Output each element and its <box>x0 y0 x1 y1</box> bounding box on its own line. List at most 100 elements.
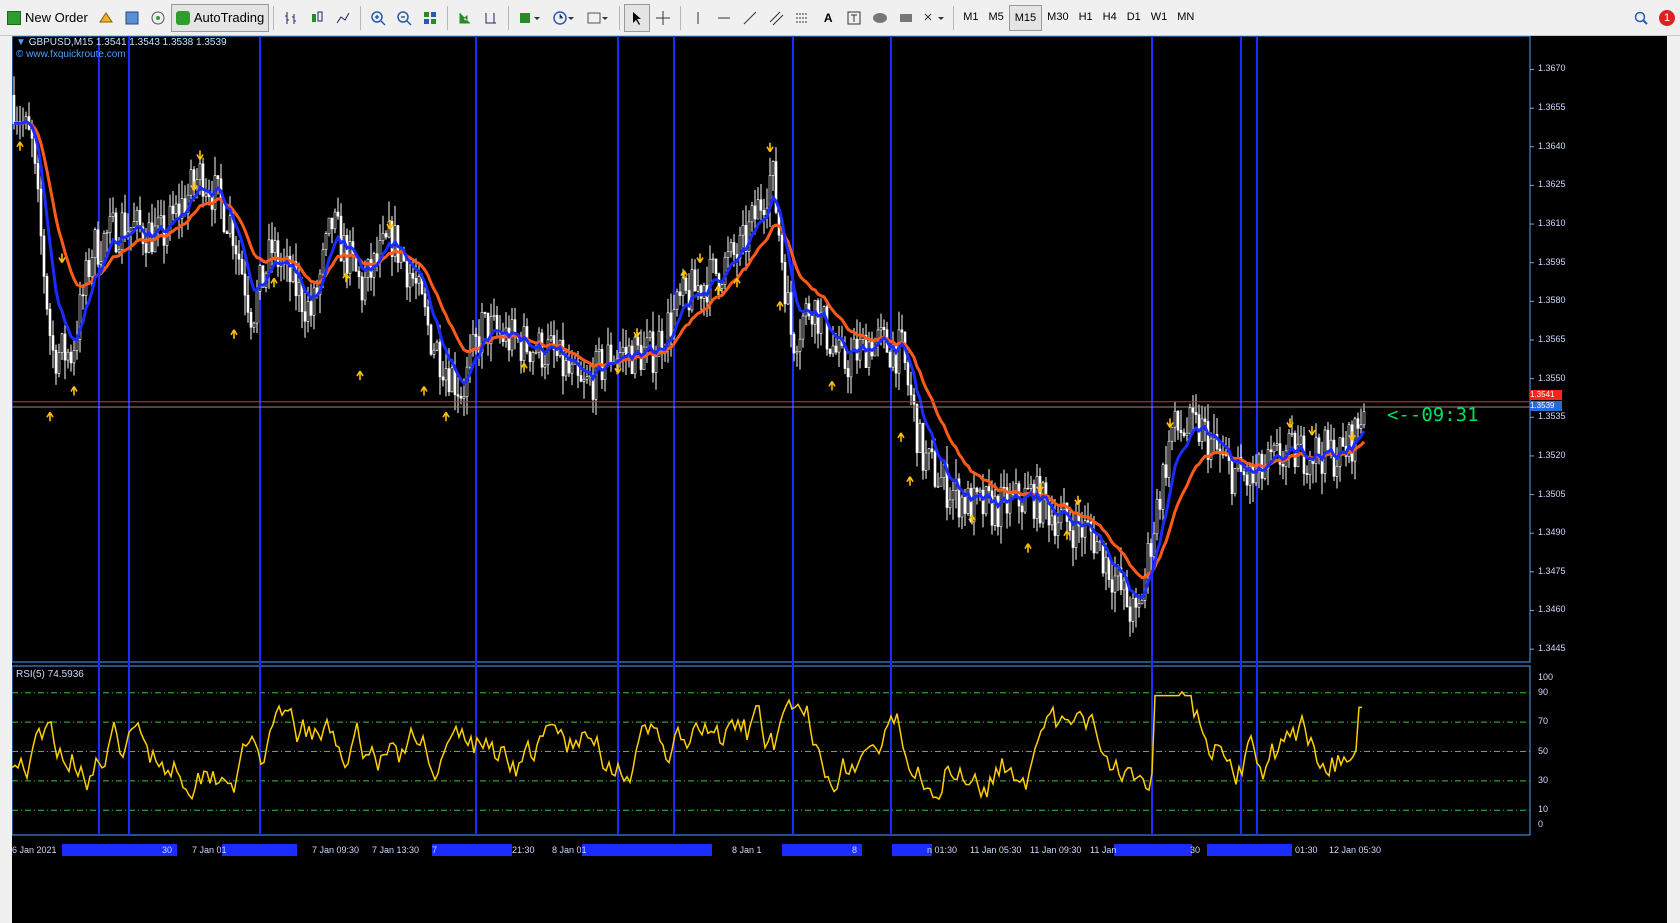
timeframe-m5[interactable]: M5 <box>983 5 1008 29</box>
right-scrollbar[interactable] <box>1667 36 1680 923</box>
timeframe-m30[interactable]: M30 <box>1042 5 1073 29</box>
horizontal-line-icon[interactable] <box>711 4 737 32</box>
candle-body <box>753 205 757 220</box>
candle-body <box>1194 412 1198 416</box>
search-icon[interactable] <box>1628 4 1654 32</box>
tile-windows-icon[interactable] <box>417 4 443 32</box>
timeframe-h4[interactable]: H4 <box>1098 5 1122 29</box>
notifications-icon[interactable]: 1 <box>1654 4 1680 32</box>
text-label-icon[interactable] <box>841 4 867 32</box>
candle-body <box>999 486 1003 528</box>
candle-body <box>252 322 256 328</box>
equidistant-channel-icon[interactable] <box>763 4 789 32</box>
bar-countdown-label: <--09:31 <box>1387 404 1479 426</box>
candle-body <box>810 315 814 325</box>
candle-body <box>54 349 58 374</box>
templates-icon[interactable] <box>581 4 615 32</box>
time-axis-vline-label <box>1114 844 1192 856</box>
candle-body <box>579 375 583 382</box>
candle-body <box>234 245 238 255</box>
candle-body <box>429 324 433 355</box>
fast-moving-average-line <box>13 119 1366 600</box>
candle-body <box>948 499 952 508</box>
buy-signal-arrow <box>897 432 905 442</box>
candlestick-chart-icon[interactable] <box>304 4 330 32</box>
chart-shift-icon[interactable] <box>478 4 504 32</box>
vertical-line-icon[interactable] <box>685 4 711 32</box>
candle-body <box>1191 407 1195 413</box>
candle-body <box>849 351 853 378</box>
timeframe-h1[interactable]: H1 <box>1074 5 1098 29</box>
candle-body <box>81 294 85 297</box>
autotrading-button[interactable]: AutoTrading <box>170 3 270 32</box>
candle-body <box>72 350 76 364</box>
candle-body <box>159 215 163 219</box>
zoom-in-icon[interactable] <box>365 4 391 32</box>
rsi-tick-label: 30 <box>1538 774 1549 785</box>
time-tick-label: 21:30 <box>512 845 535 855</box>
candle-body <box>1026 487 1030 490</box>
timeframe-w1[interactable]: W1 <box>1146 5 1173 29</box>
candle-body <box>1326 429 1330 451</box>
candle-body <box>759 199 763 211</box>
candle-body <box>123 212 127 238</box>
candle-body <box>621 346 625 353</box>
candle-body <box>1155 498 1159 535</box>
candle-body <box>795 351 799 354</box>
candle-body <box>357 270 361 278</box>
timeframe-m1[interactable]: M1 <box>958 5 983 29</box>
indicators-icon[interactable] <box>513 4 547 32</box>
candle-body <box>1356 418 1360 429</box>
candle-body <box>171 205 175 214</box>
chart-window[interactable]: ▼ GBPUSD,M15 1.3541 1.3543 1.3538 1.3539… <box>12 36 1667 923</box>
line-chart-icon[interactable] <box>330 4 356 32</box>
candle-body <box>1158 498 1162 510</box>
buy-signal-arrow <box>520 362 528 373</box>
rsi-tick-label: 100 <box>1538 672 1554 682</box>
candle-body <box>1359 424 1363 429</box>
price-tick-label: 1.3670 <box>1538 63 1566 74</box>
text-icon[interactable]: A <box>815 4 841 32</box>
expert-advisors-icon[interactable] <box>93 4 119 32</box>
candle-body <box>1167 440 1171 478</box>
candle-body <box>984 486 988 515</box>
candle-body <box>1134 597 1138 608</box>
candle-body <box>669 312 673 337</box>
auto-scroll-icon[interactable] <box>452 4 478 32</box>
cursor-icon[interactable] <box>624 3 651 32</box>
candle-body <box>1152 533 1156 557</box>
buy-signal-arrow <box>16 141 24 151</box>
rsi-tick-label: 0 <box>1538 819 1544 829</box>
candle-body <box>933 451 937 487</box>
bar-chart-icon[interactable] <box>278 4 304 32</box>
periods-icon[interactable] <box>547 4 581 32</box>
buy-signal-arrow <box>420 386 428 396</box>
candle-body <box>441 376 445 381</box>
zoom-out-icon[interactable] <box>391 4 417 32</box>
timeframe-m15[interactable]: M15 <box>1008 4 1043 31</box>
signals-icon[interactable] <box>145 4 171 32</box>
candle-body <box>102 233 106 262</box>
ellipse-icon[interactable] <box>867 4 893 32</box>
candle-body <box>1245 474 1249 486</box>
time-tick-label: 7 <box>432 845 438 855</box>
candle-body <box>114 212 118 253</box>
copyright-label: © www.fxquickroute.com <box>16 49 126 60</box>
candle-body <box>69 351 73 364</box>
crosshair-icon[interactable] <box>650 4 676 32</box>
candle-body <box>1104 556 1108 574</box>
timeframe-mn[interactable]: MN <box>1172 5 1199 29</box>
timeframe-d1[interactable]: D1 <box>1122 5 1146 29</box>
new-order-button[interactable]: New Order <box>2 4 93 32</box>
rectangle-icon[interactable] <box>893 4 919 32</box>
trendline-icon[interactable] <box>737 4 763 32</box>
candle-body <box>582 379 586 382</box>
arrows-icon[interactable] <box>919 4 949 32</box>
price-tick-label: 1.3475 <box>1538 565 1566 576</box>
buy-signal-arrow <box>270 277 278 288</box>
candle-body <box>1122 579 1126 591</box>
candle-body <box>135 210 139 222</box>
fibonacci-icon[interactable] <box>789 4 815 32</box>
market-watch-icon[interactable] <box>119 4 145 32</box>
price-tick-label: 1.3445 <box>1538 643 1566 654</box>
